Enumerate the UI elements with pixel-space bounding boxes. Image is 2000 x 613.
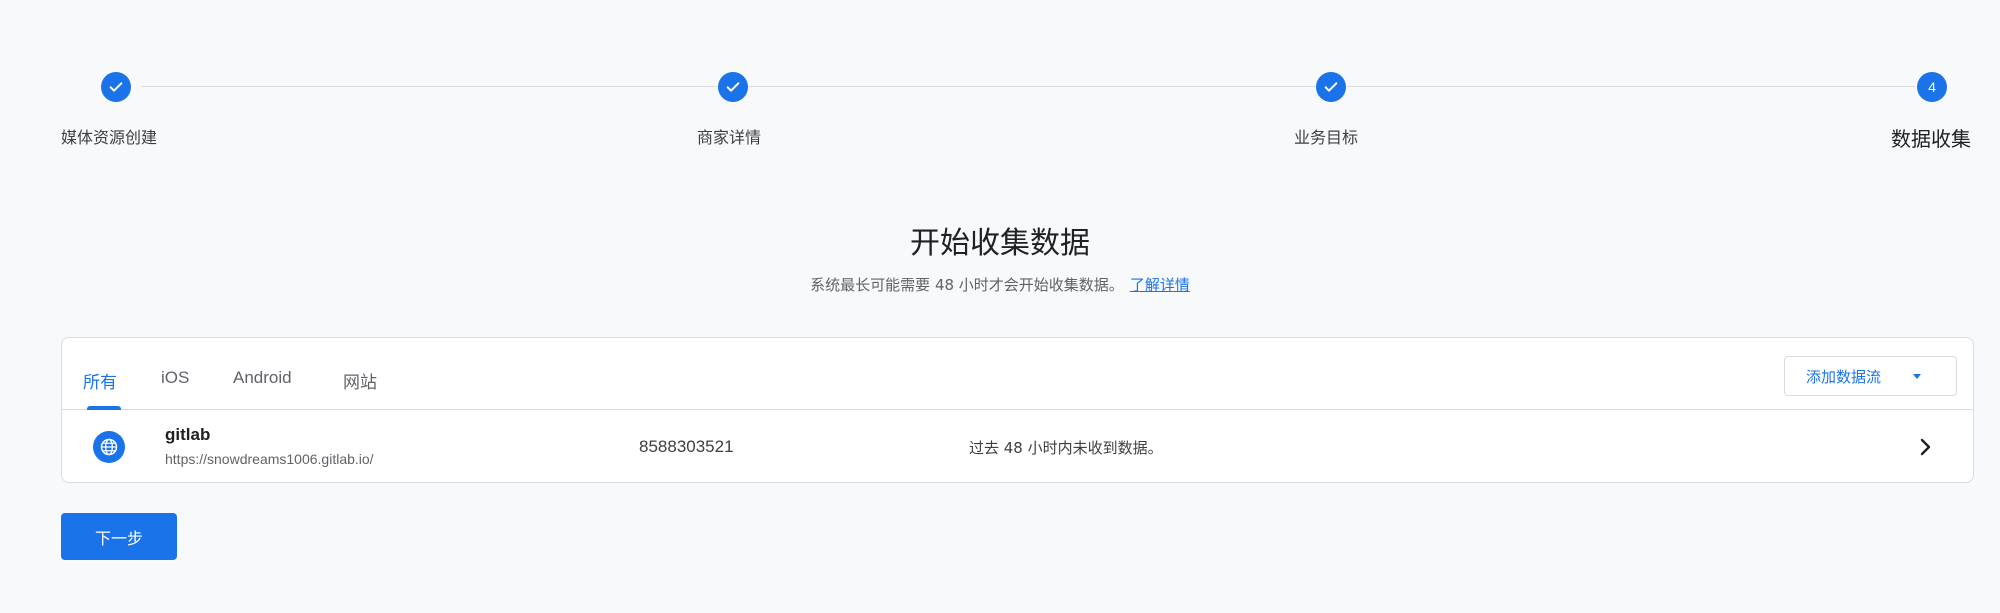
data-streams-card: 所有 iOS Android 网站 添加数据流 gitlab https://s…: [61, 337, 1974, 483]
step-connector: [749, 86, 1316, 87]
active-tab-indicator: [87, 406, 121, 410]
page-title: 开始收集数据: [910, 226, 1090, 261]
step-connector: [141, 86, 717, 87]
tab-all[interactable]: 所有: [83, 368, 117, 393]
add-stream-button[interactable]: 添加数据流: [1784, 356, 1957, 396]
subtitle-text: 系统最长可能需要 48 小时才会开始收集数据。: [810, 276, 1124, 294]
tab-website[interactable]: 网站: [343, 368, 377, 393]
chevron-right-icon[interactable]: [1913, 435, 1937, 459]
step-4-number: 4: [1917, 72, 1947, 102]
step-3-label: 业务目标: [1294, 128, 1359, 147]
step-2-label: 商家详情: [697, 128, 762, 147]
step-2-check-icon: [718, 72, 748, 102]
step-3-check-icon: [1316, 72, 1346, 102]
stream-id: 8588303521: [639, 437, 734, 456]
stream-row[interactable]: gitlab https://snowdreams1006.gitlab.io/…: [62, 411, 1973, 482]
page-subtitle: 系统最长可能需要 48 小时才会开始收集数据。 了解详情: [0, 274, 2000, 295]
tab-ios[interactable]: iOS: [161, 368, 189, 388]
step-1-label: 媒体资源创建: [61, 128, 158, 147]
setup-page: 媒体资源创建 商家详情 业务目标 4 数据收集 开始收集数据 系统最长可能需要 …: [0, 0, 2000, 613]
tab-android[interactable]: Android: [233, 368, 292, 388]
next-step-button[interactable]: 下一步: [61, 513, 177, 560]
globe-icon: [93, 431, 125, 463]
add-stream-label: 添加数据流: [1806, 367, 1882, 386]
stream-name: gitlab: [165, 425, 211, 444]
stream-url: https://snowdreams1006.gitlab.io/: [165, 451, 374, 467]
step-connector: [1347, 86, 1915, 87]
progress-stepper: 媒体资源创建 商家详情 业务目标 4 数据收集: [0, 0, 2000, 160]
step-4-label: 数据收集: [1891, 127, 1971, 151]
learn-more-link[interactable]: 了解详情: [1130, 276, 1190, 294]
step-1-check-icon: [101, 72, 131, 102]
stream-tabs: 所有 iOS Android 网站 添加数据流: [62, 338, 1973, 410]
dropdown-caret-icon: [1913, 374, 1921, 379]
stream-status: 过去 48 小时内未收到数据。: [969, 439, 1163, 457]
